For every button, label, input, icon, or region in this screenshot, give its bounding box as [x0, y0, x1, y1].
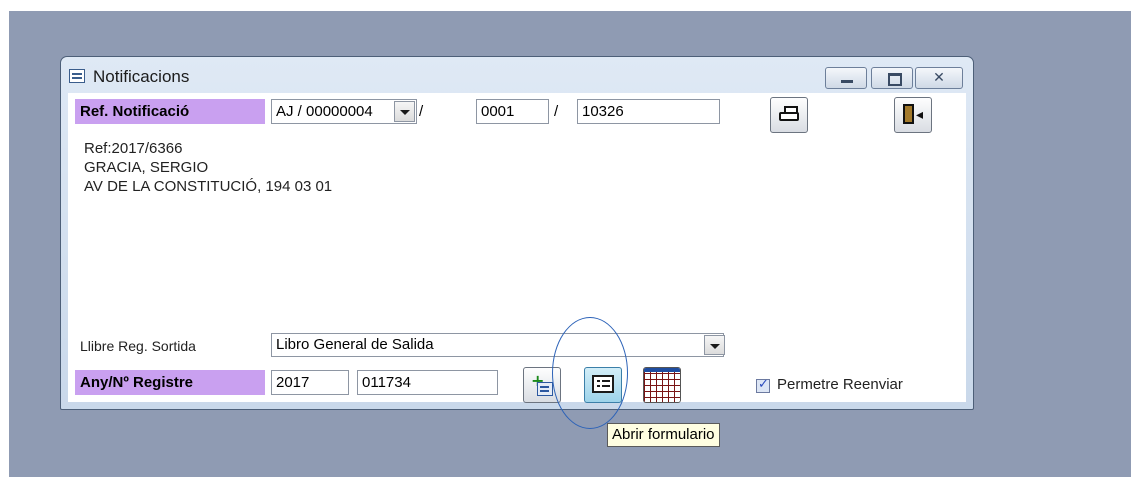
printer-icon: [779, 106, 799, 122]
annotation-circle: [552, 317, 628, 429]
exit-button[interactable]: ◂: [894, 97, 932, 133]
register-label: Any/Nº Registre: [75, 370, 265, 395]
ref-separator: /: [554, 103, 559, 120]
notificacions-window: Notificacions ✕ Ref. Notificació AJ / 00…: [60, 56, 974, 410]
print-button[interactable]: [770, 97, 808, 133]
close-icon: ✕: [933, 70, 945, 86]
grid-view-button[interactable]: [643, 367, 681, 403]
form-icon: [69, 69, 85, 83]
register-number-field[interactable]: 011734: [357, 370, 498, 395]
close-button[interactable]: ✕: [915, 67, 963, 89]
ref-combo-dropdown-icon[interactable]: [394, 101, 415, 122]
maximize-button[interactable]: [871, 67, 913, 89]
forward-label: Permetre Reenviar: [777, 376, 903, 393]
register-book-dropdown-icon[interactable]: [704, 335, 725, 355]
minimize-icon: [841, 80, 853, 83]
register-book-select[interactable]: Libro General de Salida: [271, 333, 724, 357]
ref-info-line: Ref:2017/6366: [84, 140, 183, 157]
register-book-label: Llibre Reg. Sortida: [80, 338, 196, 354]
window-title: Notificacions: [93, 67, 190, 86]
forward-checkbox[interactable]: [756, 377, 770, 393]
ref-notificacio-label: Ref. Notificació: [75, 99, 265, 124]
ref-field-3[interactable]: 10326: [577, 99, 720, 124]
ref-field-2[interactable]: 0001: [476, 99, 549, 124]
new-form-icon: +: [531, 371, 553, 396]
address-info-line: AV DE LA CONSTITUCIÓ, 194 03 01: [84, 178, 333, 195]
maximize-icon: [888, 73, 902, 86]
name-info-line: GRACIA, SERGIO: [84, 159, 209, 176]
minimize-button[interactable]: [825, 67, 867, 89]
tooltip: Abrir formulario: [607, 423, 720, 447]
title-bar[interactable]: Notificacions ✕: [61, 57, 973, 95]
exit-door-icon: ◂: [903, 104, 925, 126]
grid-icon: [644, 368, 680, 402]
register-year-field[interactable]: 2017: [271, 370, 349, 395]
ref-separator: /: [419, 103, 424, 120]
ref-combo-value: AJ / 00000004: [276, 103, 373, 120]
window-client-area: Ref. Notificació AJ / 00000004 / 0001 / …: [68, 93, 966, 403]
